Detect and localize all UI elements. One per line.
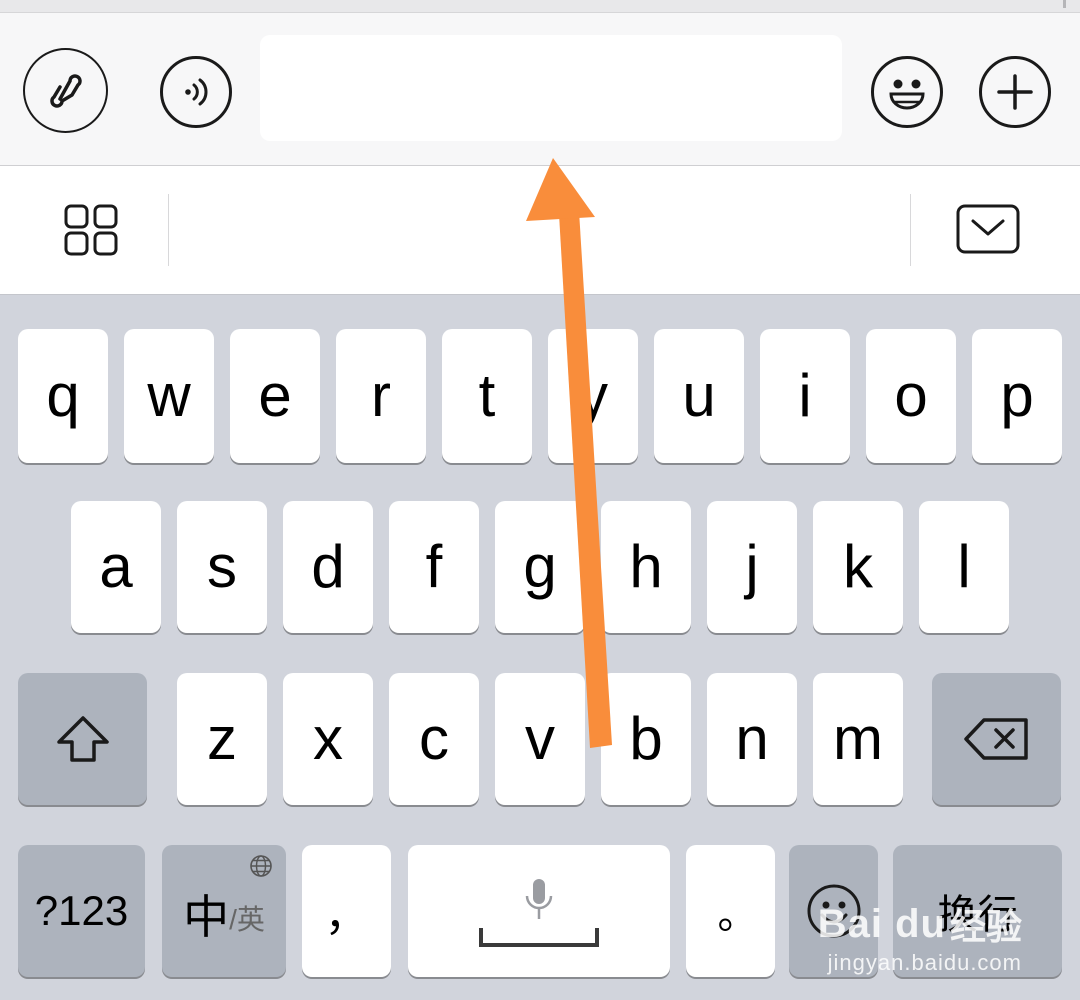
key-a[interactable]: a	[71, 501, 161, 633]
symbols-key-label: ?123	[34, 887, 129, 934]
toolbar-divider	[910, 194, 911, 266]
lang-alt-label: /英	[229, 904, 265, 935]
key-label: s	[207, 533, 237, 600]
key-label: y	[578, 362, 608, 429]
watermark-brand: Bai du	[817, 901, 946, 946]
toolbar-divider	[168, 194, 169, 266]
key-p[interactable]: p	[972, 329, 1062, 463]
emoji-button[interactable]	[871, 56, 943, 128]
language-switch-key[interactable]: 中 /英	[162, 845, 286, 977]
apps-grid-icon	[64, 204, 118, 256]
key-i[interactable]: i	[760, 329, 850, 463]
key-u[interactable]: u	[654, 329, 744, 463]
key-c[interactable]: c	[389, 673, 479, 805]
baidu-watermark: Bai du 经验 jingyan.baidu.com	[818, 898, 1022, 976]
key-v[interactable]: v	[495, 673, 585, 805]
key-q[interactable]: q	[18, 329, 108, 463]
key-r[interactable]: r	[336, 329, 426, 463]
key-o[interactable]: o	[866, 329, 956, 463]
key-label: f	[425, 533, 443, 600]
key-label: n	[735, 705, 769, 772]
key-label: w	[147, 362, 191, 429]
key-label: z	[207, 705, 237, 772]
key-n[interactable]: n	[707, 673, 797, 805]
key-d[interactable]: d	[283, 501, 373, 633]
key-label: c	[419, 705, 449, 772]
watermark-brand-cn: 经验	[949, 906, 1022, 947]
chat-input-bar	[0, 13, 1080, 166]
key-h[interactable]: h	[601, 501, 691, 633]
key-label: v	[525, 705, 555, 772]
key-b[interactable]: b	[601, 673, 691, 805]
scroll-indicator	[1063, 0, 1066, 8]
period-key[interactable]: 。	[686, 845, 775, 977]
voice-icon	[185, 78, 208, 106]
delete-icon	[963, 718, 1028, 760]
key-l[interactable]: l	[919, 501, 1009, 633]
microphone-icon	[525, 879, 553, 919]
mini-program-button[interactable]	[23, 48, 108, 133]
key-label: l	[957, 533, 971, 600]
plus-icon	[997, 74, 1033, 110]
space-bar-icon	[479, 928, 599, 947]
backspace-key[interactable]	[932, 673, 1061, 805]
keyboard-toolbar	[0, 166, 1080, 295]
key-label: t	[478, 362, 496, 429]
voice-button[interactable]	[160, 56, 232, 128]
key-k[interactable]: k	[813, 501, 903, 633]
comma-key[interactable]: ，	[302, 845, 391, 977]
watermark-url: jingyan.baidu.com	[827, 950, 1022, 975]
key-g[interactable]: g	[495, 501, 585, 633]
key-e[interactable]: e	[230, 329, 320, 463]
smiley-icon	[889, 79, 925, 110]
period-key-label: 。	[717, 893, 758, 937]
key-j[interactable]: j	[707, 501, 797, 633]
key-label: j	[745, 533, 759, 600]
key-label: u	[682, 362, 716, 429]
key-label: r	[371, 362, 391, 429]
shift-icon	[56, 716, 109, 762]
key-s[interactable]: s	[177, 501, 267, 633]
key-label: g	[523, 533, 557, 600]
message-input[interactable]	[260, 35, 842, 141]
comma-key-label: ，	[324, 891, 369, 940]
key-label: h	[629, 533, 663, 600]
key-z[interactable]: z	[177, 673, 267, 805]
space-key[interactable]	[408, 845, 670, 977]
key-label: b	[629, 705, 663, 772]
key-label: x	[313, 705, 343, 772]
globe-icon	[250, 855, 272, 877]
hide-keyboard-button[interactable]	[955, 203, 1021, 257]
key-label: e	[258, 362, 292, 429]
key-y[interactable]: y	[548, 329, 638, 463]
shift-key[interactable]	[18, 673, 147, 805]
key-label: d	[311, 533, 345, 600]
key-w[interactable]: w	[124, 329, 214, 463]
collapse-keyboard-icon	[956, 204, 1020, 254]
key-label: i	[798, 362, 812, 429]
key-m[interactable]: m	[813, 673, 903, 805]
key-t[interactable]: t	[442, 329, 532, 463]
key-label: a	[99, 533, 133, 600]
key-x[interactable]: x	[283, 673, 373, 805]
more-button[interactable]	[979, 56, 1051, 128]
apps-grid-button[interactable]	[60, 202, 122, 258]
lang-main-label: 中	[183, 891, 230, 943]
key-label: q	[46, 362, 80, 429]
key-f[interactable]: f	[389, 501, 479, 633]
key-label: m	[833, 705, 883, 772]
key-label: o	[894, 362, 928, 429]
key-label: p	[1000, 362, 1034, 429]
link-icon	[49, 73, 82, 108]
status-edge	[0, 0, 1080, 13]
key-label: k	[843, 533, 873, 600]
symbols-key[interactable]: ?123	[18, 845, 145, 977]
